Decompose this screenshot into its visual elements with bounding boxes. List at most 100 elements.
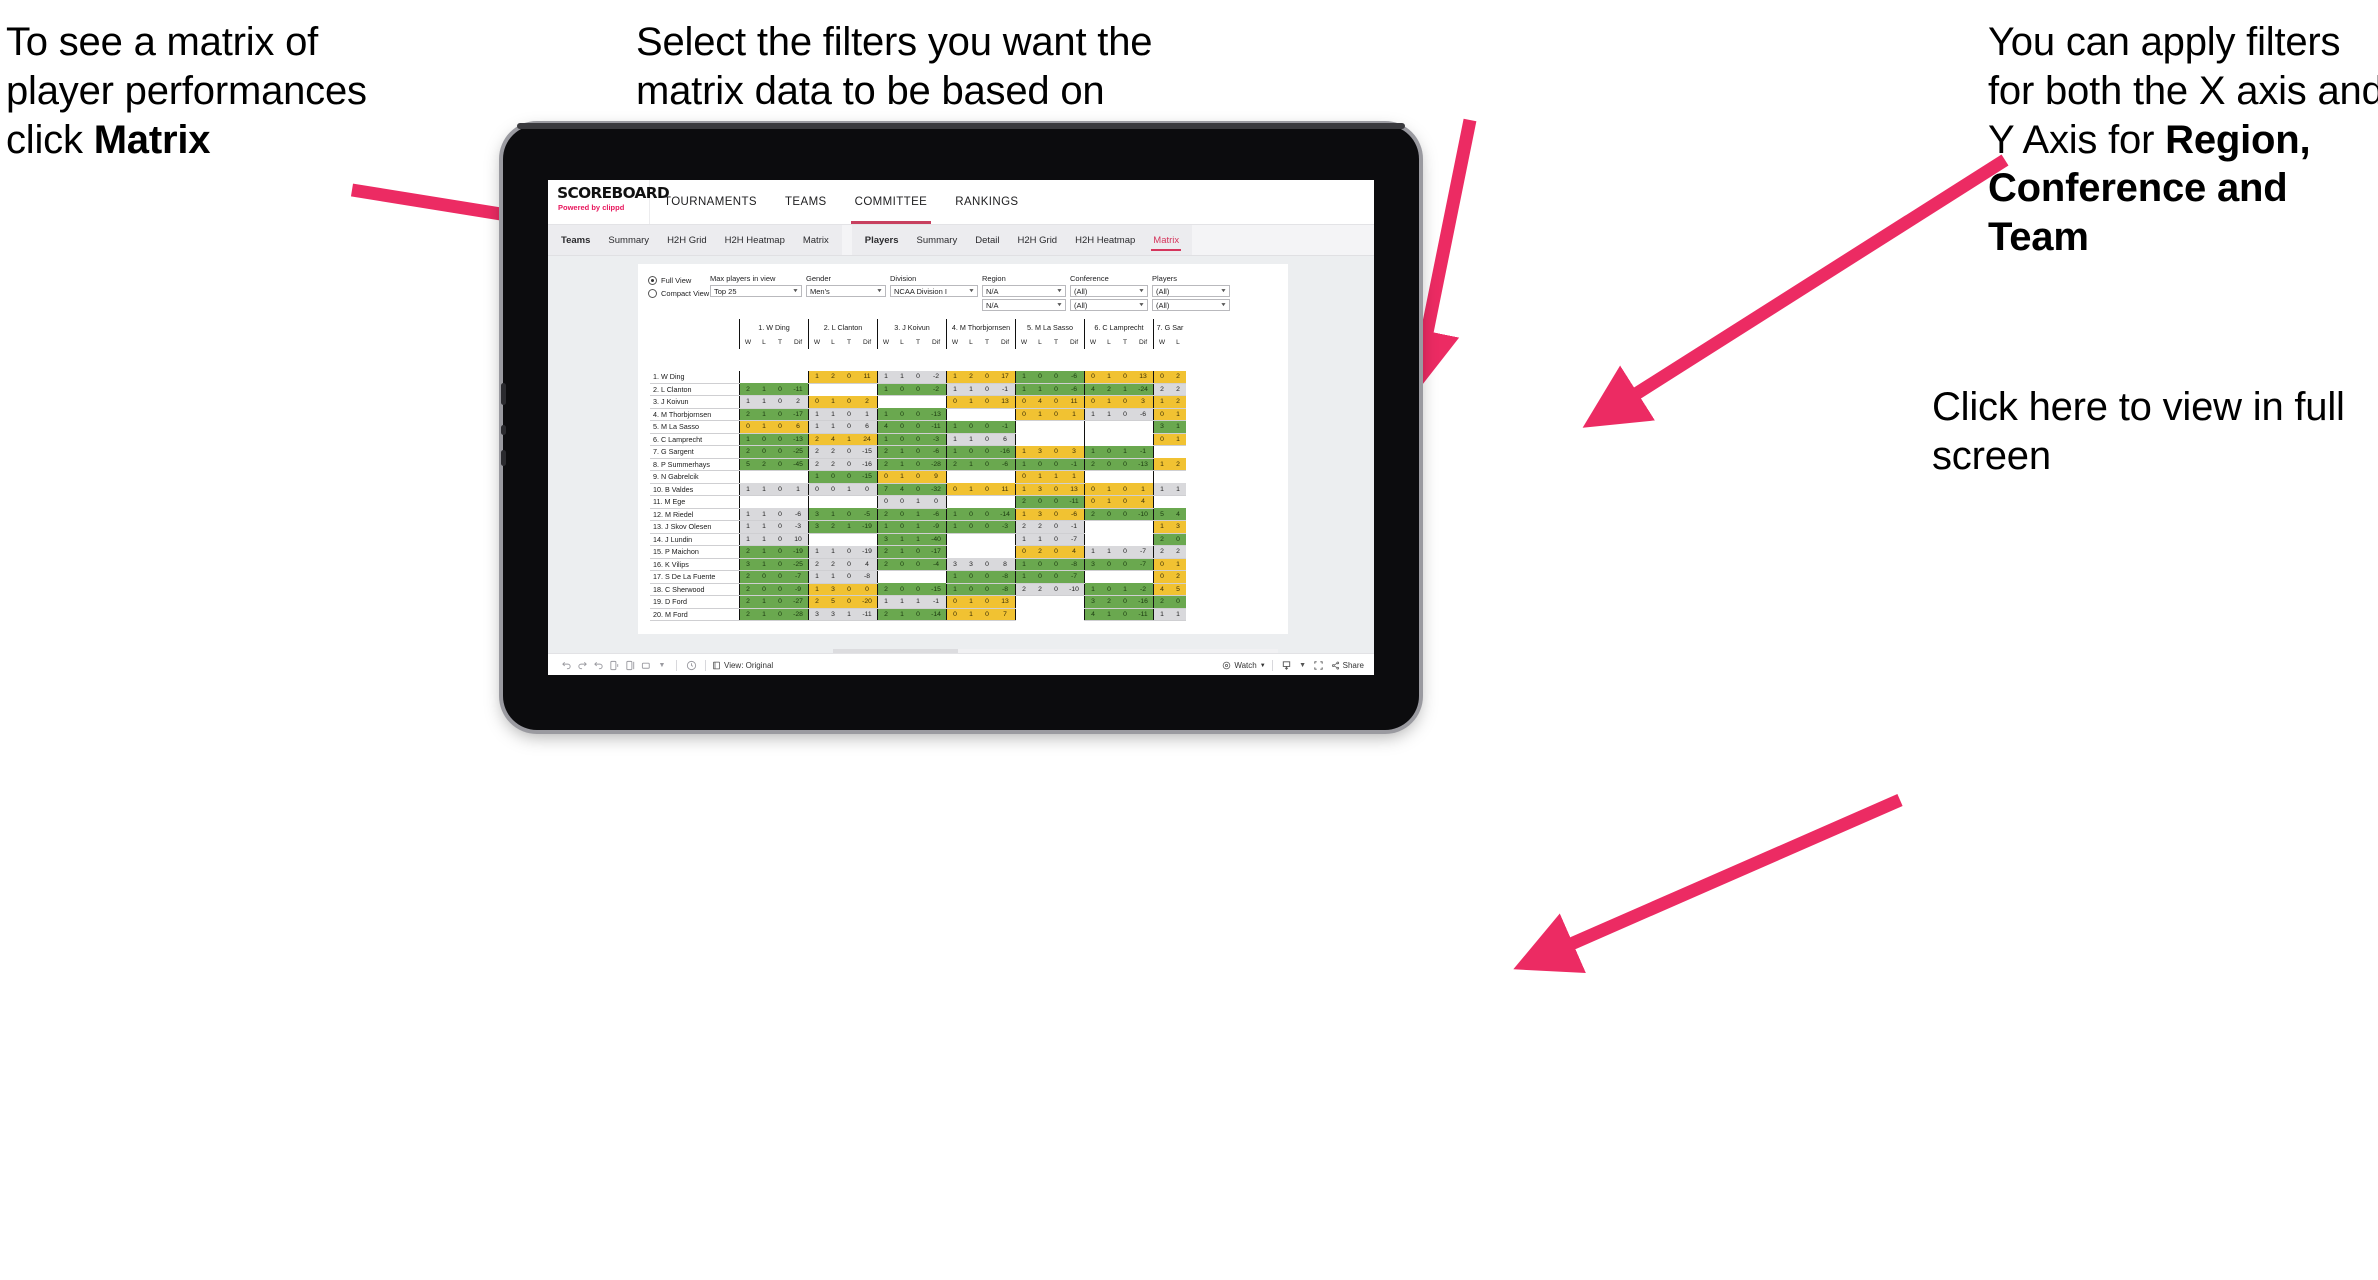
subnav-item-matrix[interactable]: Matrix: [794, 225, 838, 255]
chevron-down-icon[interactable]: ▼: [792, 288, 799, 294]
matrix-cell[interactable]: 0: [772, 420, 788, 434]
matrix-cell[interactable]: 1: [1048, 470, 1064, 484]
matrix-cell[interactable]: 2: [1084, 508, 1101, 521]
matrix-cell[interactable]: 0: [1117, 495, 1133, 509]
matrix-cell[interactable]: -6: [1133, 408, 1154, 421]
matrix-cell[interactable]: 1: [894, 371, 910, 384]
matrix-cell[interactable]: 0: [1084, 495, 1101, 509]
matrix-cell[interactable]: 1: [825, 508, 841, 521]
matrix-cell[interactable]: 5: [1170, 583, 1186, 596]
matrix-cell[interactable]: 2: [808, 595, 825, 609]
matrix-cell[interactable]: 1: [946, 520, 963, 534]
download-icon[interactable]: [1279, 658, 1295, 674]
matrix-cell[interactable]: 0: [963, 420, 979, 434]
matrix-cell[interactable]: 6: [995, 433, 1016, 446]
matrix-cell[interactable]: -10: [1133, 508, 1154, 521]
matrix-cell[interactable]: 4: [857, 558, 878, 571]
matrix-cell[interactable]: 2: [739, 408, 756, 421]
matrix-cell[interactable]: 0: [963, 583, 979, 596]
matrix-cell[interactable]: 2: [1153, 383, 1170, 396]
matrix-cell[interactable]: 0: [910, 371, 926, 384]
matrix-cell[interactable]: 1: [963, 433, 979, 446]
matrix-cell[interactable]: 0: [910, 445, 926, 459]
matrix-cell[interactable]: 1: [1153, 458, 1170, 471]
matrix-cell[interactable]: 2: [946, 458, 963, 471]
matrix-cell[interactable]: -1: [1064, 520, 1085, 534]
matrix-cell[interactable]: -6: [788, 508, 809, 521]
matrix-cell[interactable]: 11: [995, 483, 1016, 496]
matrix-cell[interactable]: 1: [894, 533, 910, 546]
filter-select-players[interactable]: (All) ▼: [1152, 285, 1230, 297]
matrix-cell[interactable]: -6: [926, 445, 947, 459]
matrix-cell[interactable]: 0: [808, 395, 825, 409]
matrix-cell[interactable]: 0: [963, 520, 979, 534]
matrix-cell[interactable]: -17: [926, 545, 947, 559]
chevron-down-icon-2[interactable]: ▼: [1260, 663, 1266, 669]
matrix-cell[interactable]: 0: [979, 508, 995, 521]
matrix-cell[interactable]: 0: [841, 395, 857, 409]
matrix-cell[interactable]: -13: [1133, 458, 1154, 471]
matrix-cell[interactable]: 0: [1153, 558, 1170, 571]
matrix-cell[interactable]: 1: [1084, 445, 1101, 459]
matrix-cell[interactable]: 0: [979, 433, 995, 446]
matrix-cell[interactable]: 11: [1064, 395, 1085, 409]
matrix-cell[interactable]: 2: [1015, 495, 1032, 509]
matrix-cell[interactable]: 1: [946, 583, 963, 596]
matrix-cell[interactable]: 0: [772, 408, 788, 421]
matrix-cell[interactable]: 1: [808, 570, 825, 584]
matrix-cell[interactable]: 4: [1170, 508, 1186, 521]
matrix-cell[interactable]: 0: [756, 433, 772, 446]
matrix-cell[interactable]: 0: [772, 595, 788, 609]
matrix-cell[interactable]: 1: [756, 608, 772, 621]
matrix-cell[interactable]: 0: [894, 433, 910, 446]
matrix-cell[interactable]: 0: [894, 420, 910, 434]
matrix-cell[interactable]: 4: [1064, 545, 1085, 559]
matrix-cell[interactable]: 3: [963, 558, 979, 571]
matrix-cell[interactable]: -11: [1064, 495, 1085, 509]
matrix-cell[interactable]: 2: [1153, 533, 1170, 546]
matrix-cell[interactable]: 2: [1153, 595, 1170, 609]
matrix-cell[interactable]: 4: [1133, 495, 1154, 509]
matrix-cell[interactable]: 13: [995, 395, 1016, 409]
matrix-cell[interactable]: 0: [979, 458, 995, 471]
matrix-cell[interactable]: -8: [995, 583, 1016, 596]
subnav-item-detail[interactable]: Detail: [966, 225, 1008, 255]
matrix-cell[interactable]: 3: [1133, 395, 1154, 409]
matrix-cell[interactable]: 4: [877, 420, 894, 434]
matrix-cell[interactable]: 0: [1048, 583, 1064, 596]
matrix-cell[interactable]: 2: [1101, 595, 1117, 609]
matrix-cell[interactable]: 2: [1170, 395, 1186, 409]
matrix-cell[interactable]: 1: [1117, 583, 1133, 596]
matrix-cell[interactable]: -1: [926, 595, 947, 609]
matrix-cell[interactable]: 1: [1084, 545, 1101, 559]
matrix-cell[interactable]: -7: [1133, 558, 1154, 571]
revert-icon[interactable]: [590, 658, 606, 674]
matrix-cell[interactable]: 0: [894, 558, 910, 571]
matrix-cell[interactable]: -16: [1133, 595, 1154, 609]
matrix-cell[interactable]: 2: [1032, 583, 1048, 596]
matrix-cell[interactable]: 2: [877, 508, 894, 521]
matrix-cell[interactable]: 1: [739, 395, 756, 409]
matrix-cell[interactable]: 0: [1170, 533, 1186, 546]
matrix-cell[interactable]: 2: [739, 545, 756, 559]
matrix-cell[interactable]: 0: [963, 445, 979, 459]
matrix-cell[interactable]: 0: [979, 420, 995, 434]
matrix-cell[interactable]: 1: [1101, 495, 1117, 509]
matrix-cell[interactable]: 17: [995, 371, 1016, 384]
matrix-cell[interactable]: 0: [910, 458, 926, 471]
matrix-cell[interactable]: -40: [926, 533, 947, 546]
matrix-cell[interactable]: 1: [1015, 383, 1032, 396]
matrix-cell[interactable]: 0: [772, 445, 788, 459]
matrix-cell[interactable]: 1: [739, 433, 756, 446]
matrix-cell[interactable]: -15: [857, 470, 878, 484]
matrix-cell[interactable]: 1: [894, 545, 910, 559]
matrix-cell[interactable]: 1: [756, 533, 772, 546]
matrix-cell[interactable]: 1: [788, 483, 809, 496]
matrix-cell[interactable]: 1: [1170, 483, 1186, 496]
matrix-cell[interactable]: 0: [1032, 558, 1048, 571]
matrix-cell[interactable]: 3: [1064, 445, 1085, 459]
matrix-cell[interactable]: 0: [910, 558, 926, 571]
matrix-cell[interactable]: 2: [739, 608, 756, 621]
app-logo[interactable]: SCOREBOARD Powered by clippd: [548, 180, 670, 224]
matrix-cell[interactable]: 1: [894, 595, 910, 609]
